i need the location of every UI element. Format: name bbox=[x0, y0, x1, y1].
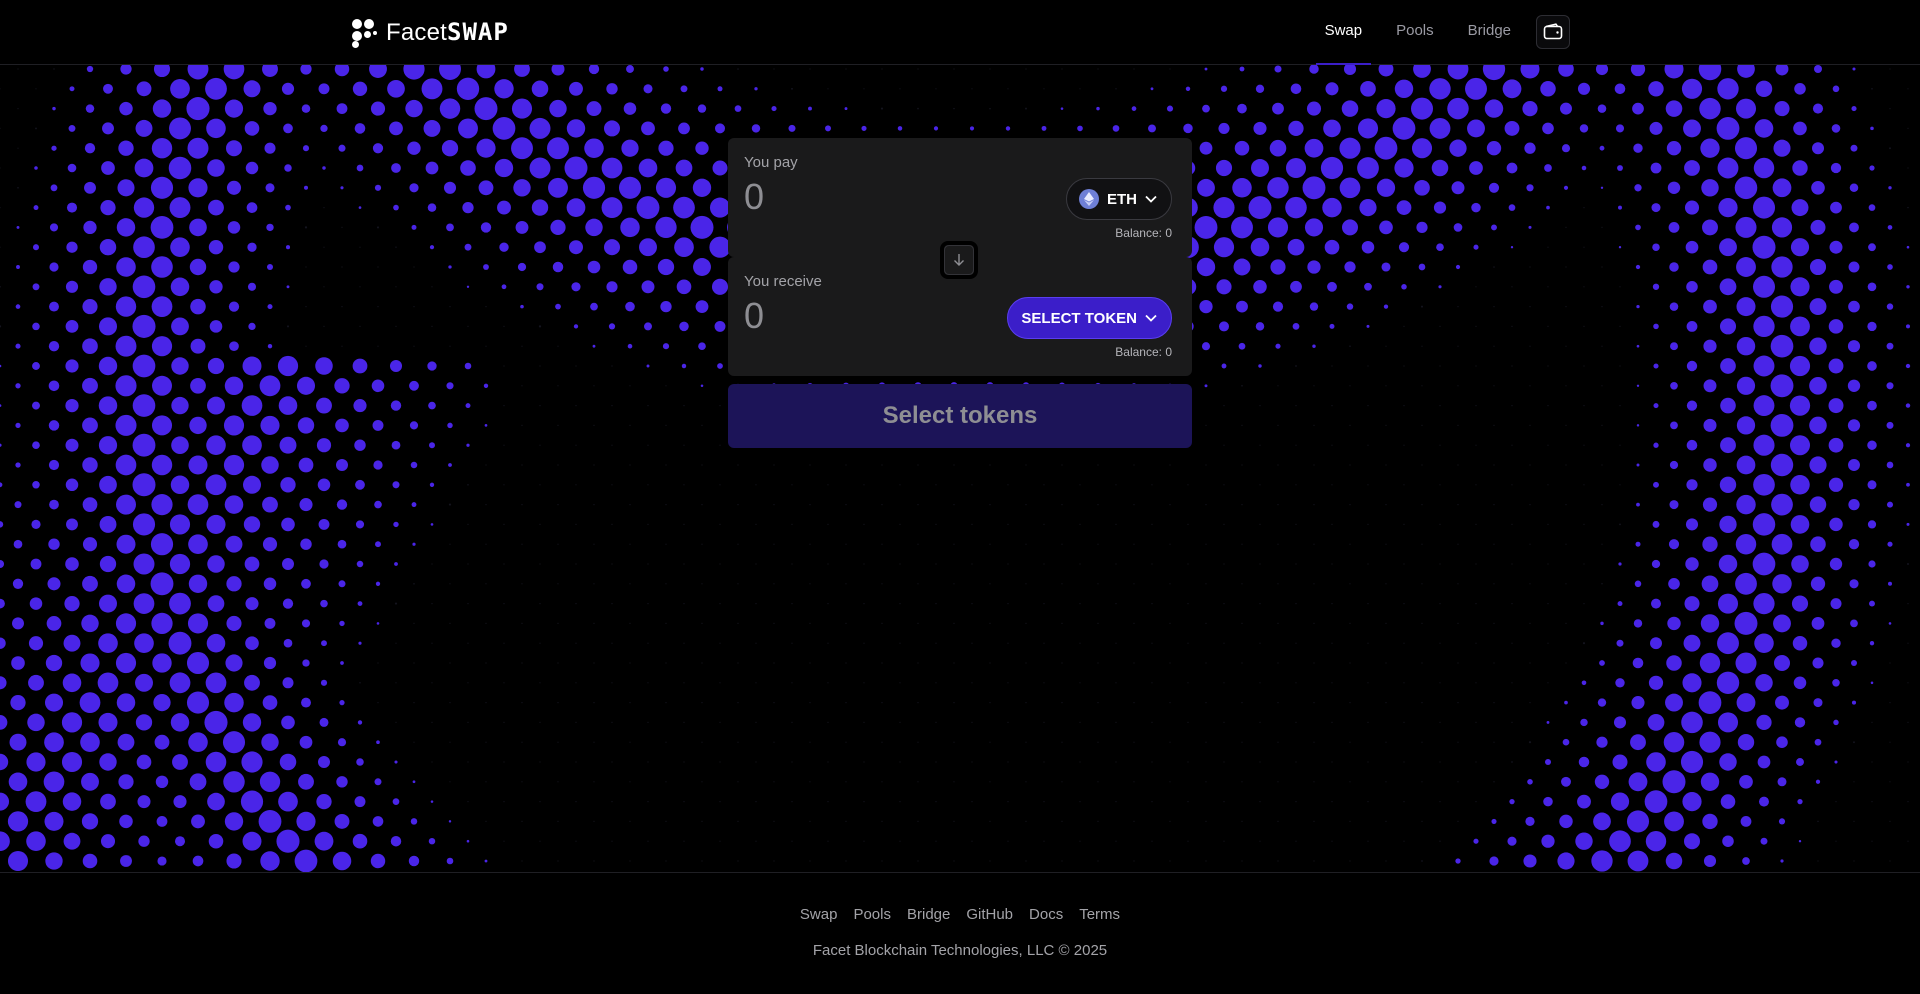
wallet-button[interactable] bbox=[1536, 15, 1570, 49]
receive-token-label: SELECT TOKEN bbox=[1021, 309, 1137, 327]
receive-balance: Balance: 0 bbox=[1115, 345, 1172, 359]
footer-link-docs[interactable]: Docs bbox=[1029, 906, 1063, 923]
main-nav: Swap Pools Bridge bbox=[1308, 0, 1570, 65]
pay-panel: You pay 0 ETH Balance: 0 bbox=[728, 138, 1192, 257]
flip-direction-button[interactable] bbox=[940, 241, 978, 279]
receive-amount-input[interactable]: 0 bbox=[744, 295, 764, 337]
footer-link-github[interactable]: GitHub bbox=[966, 906, 1013, 923]
nav-bridge[interactable]: Bridge bbox=[1451, 0, 1528, 64]
footer-links: Swap Pools Bridge GitHub Docs Terms bbox=[0, 906, 1920, 923]
footer: Swap Pools Bridge GitHub Docs Terms Face… bbox=[0, 872, 1920, 994]
swap-widget: You pay 0 ETH Balance: 0 You receive 0 S… bbox=[728, 138, 1192, 448]
wallet-icon bbox=[1543, 23, 1563, 40]
pay-amount-input[interactable]: 0 bbox=[744, 176, 764, 218]
pay-token-selector[interactable]: ETH bbox=[1066, 178, 1172, 220]
nav-swap[interactable]: Swap bbox=[1308, 0, 1380, 65]
receive-token-selector[interactable]: SELECT TOKEN bbox=[1007, 297, 1172, 339]
eth-icon bbox=[1079, 189, 1099, 209]
footer-link-swap[interactable]: Swap bbox=[800, 906, 838, 923]
arrow-down-icon bbox=[954, 254, 964, 266]
select-tokens-button[interactable]: Select tokens bbox=[728, 384, 1192, 448]
top-header: FacetSWAP Swap Pools Bridge bbox=[0, 0, 1920, 65]
nav-pools[interactable]: Pools bbox=[1379, 0, 1451, 64]
chevron-down-icon bbox=[1145, 314, 1157, 322]
pay-balance: Balance: 0 bbox=[1115, 226, 1172, 240]
footer-link-bridge[interactable]: Bridge bbox=[907, 906, 950, 923]
brand-logo[interactable]: FacetSWAP bbox=[352, 18, 509, 48]
footer-link-pools[interactable]: Pools bbox=[853, 906, 891, 923]
brand-name: FacetSWAP bbox=[386, 18, 509, 46]
facet-logo-icon bbox=[352, 18, 378, 48]
pay-token-label: ETH bbox=[1107, 190, 1137, 208]
pay-label: You pay bbox=[744, 154, 798, 171]
footer-link-terms[interactable]: Terms bbox=[1079, 906, 1120, 923]
copyright-text: Facet Blockchain Technologies, LLC © 202… bbox=[812, 942, 1108, 959]
chevron-down-icon bbox=[1145, 195, 1157, 203]
